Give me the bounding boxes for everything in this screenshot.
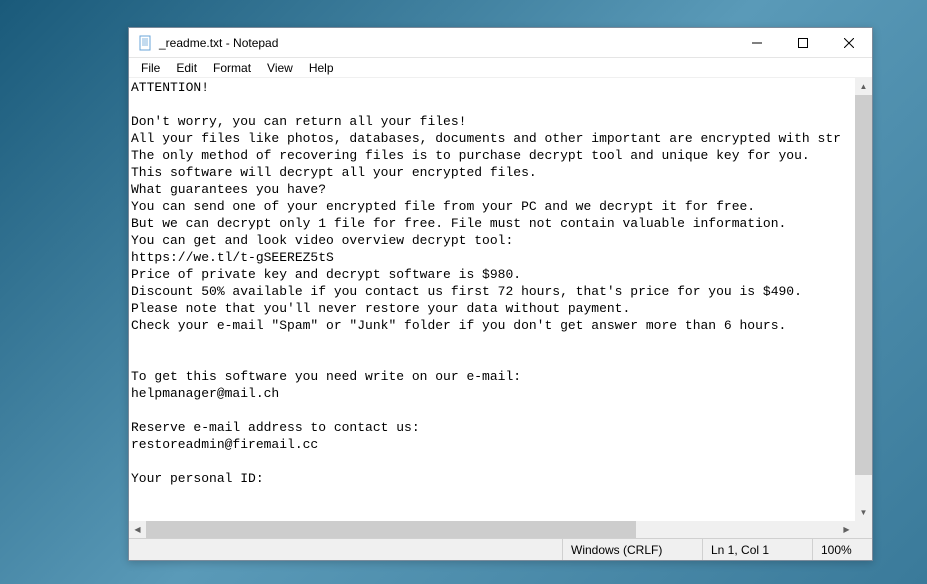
notepad-icon [137,35,153,51]
minimize-icon [752,38,762,48]
horizontal-scroll-thumb[interactable] [146,521,636,538]
notepad-window: _readme.txt - Notepad File Edit Format V… [128,27,873,561]
horizontal-scroll-track[interactable] [146,521,838,538]
scroll-corner [855,521,872,538]
titlebar[interactable]: _readme.txt - Notepad [129,28,872,58]
vertical-scroll-thumb[interactable] [855,95,872,475]
maximize-icon [798,38,808,48]
status-cursor-position: Ln 1, Col 1 [702,539,812,560]
status-zoom: 100% [812,539,872,560]
content-area: ATTENTION! Don't worry, you can return a… [129,78,872,538]
text-editor[interactable]: ATTENTION! Don't worry, you can return a… [129,78,872,538]
menu-help[interactable]: Help [301,60,342,76]
menu-view[interactable]: View [259,60,301,76]
scroll-left-arrow-icon[interactable]: ◀ [129,521,146,538]
scroll-right-arrow-icon[interactable]: ▶ [838,521,855,538]
maximize-button[interactable] [780,28,826,58]
menu-file[interactable]: File [133,60,168,76]
scroll-up-arrow-icon[interactable]: ▲ [855,78,872,95]
statusbar: Windows (CRLF) Ln 1, Col 1 100% [129,538,872,560]
window-title: _readme.txt - Notepad [159,36,734,50]
menubar: File Edit Format View Help [129,58,872,78]
status-line-ending: Windows (CRLF) [562,539,702,560]
menu-edit[interactable]: Edit [168,60,205,76]
close-button[interactable] [826,28,872,58]
menu-format[interactable]: Format [205,60,259,76]
window-controls [734,28,872,58]
close-icon [844,38,854,48]
vertical-scrollbar[interactable]: ▲ ▼ [855,78,872,521]
minimize-button[interactable] [734,28,780,58]
horizontal-scrollbar[interactable]: ◀ ▶ [129,521,855,538]
scroll-down-arrow-icon[interactable]: ▼ [855,504,872,521]
